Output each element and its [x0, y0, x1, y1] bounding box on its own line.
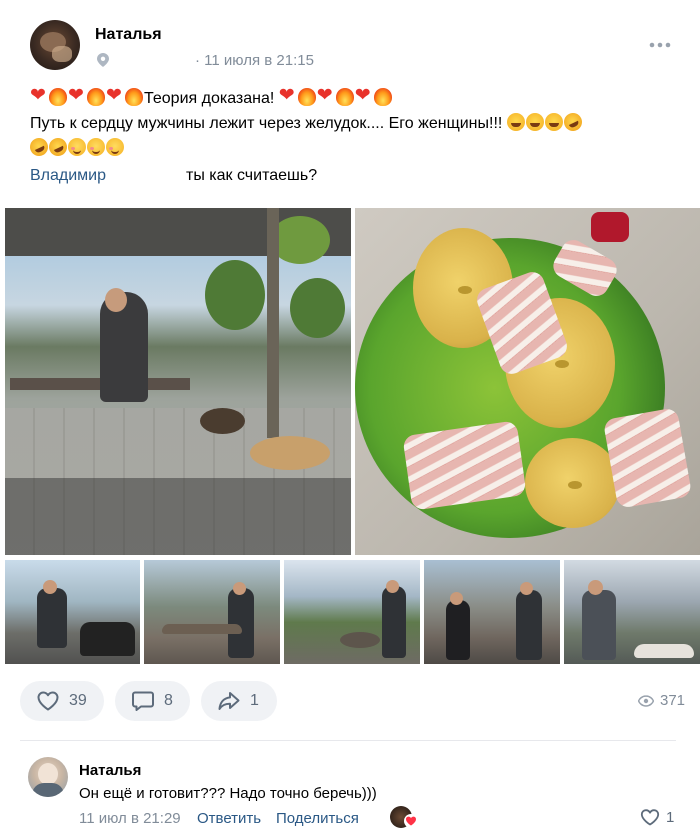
views-icon — [638, 694, 654, 707]
comment-icon — [132, 691, 154, 711]
photo-main-yard[interactable] — [5, 208, 351, 555]
photo-shape — [228, 588, 254, 658]
heart-emoji — [279, 86, 297, 106]
heart-emoji — [355, 86, 373, 106]
comment-author-avatar[interactable] — [28, 757, 68, 797]
avatar-shape — [32, 783, 64, 797]
laugh-emoji — [544, 113, 563, 131]
photo-shape — [162, 624, 242, 634]
photo-shape — [340, 632, 380, 648]
photo-shape — [270, 216, 330, 264]
fire-emoji — [49, 88, 67, 106]
laugh-emoji — [506, 113, 525, 131]
share-count: 1 — [250, 692, 259, 709]
photo-shape — [446, 600, 470, 660]
rofl-emoji — [27, 135, 51, 159]
comment-text: Он ещё и готовит??? Надо точно беречь))) — [79, 785, 377, 802]
like-button[interactable]: 39 — [20, 681, 104, 721]
photo-shape — [43, 580, 57, 594]
photo-thumb[interactable] — [424, 560, 560, 664]
post-text-question: ты как считаешь? — [186, 167, 318, 184]
post-date[interactable]: · 11 июля в 21:15 — [195, 52, 314, 69]
heart-emoji — [68, 86, 86, 106]
avatar-shape — [52, 46, 72, 62]
fire-emoji — [373, 88, 392, 106]
photo-shape — [200, 408, 245, 434]
author-avatar[interactable] — [30, 20, 80, 70]
post-card: Наталья · 11 июля в 21:15 Теория доказан… — [0, 0, 700, 834]
heart-emoji — [106, 86, 124, 106]
post-text-headline: Теория доказана! — [144, 90, 275, 107]
rofl-emoji — [560, 110, 585, 134]
photo-shape — [105, 288, 127, 312]
post-text-line: Теория доказана! — [30, 86, 670, 110]
photo-shape — [250, 436, 330, 470]
share-button[interactable]: 1 — [201, 681, 277, 721]
post-text-line — [27, 135, 670, 160]
comment-author-name[interactable]: Наталья — [79, 762, 141, 779]
photo-shape — [386, 580, 399, 593]
like-icon — [37, 691, 59, 711]
views-counter: 371 — [638, 692, 685, 709]
photo-shape — [520, 582, 533, 595]
divider — [20, 740, 676, 741]
photo-thumb[interactable] — [144, 560, 280, 664]
photo-shape — [582, 590, 616, 660]
comment-like-count: 1 — [666, 809, 675, 826]
photo-shape — [205, 260, 265, 330]
like-count: 39 — [69, 692, 87, 709]
post-author-name[interactable]: Наталья — [95, 26, 162, 44]
photo-thumb[interactable] — [5, 560, 140, 664]
photo-shape — [5, 478, 351, 555]
photo-shape — [634, 644, 694, 658]
comment-count: 8 — [164, 692, 173, 709]
photo-shape — [100, 292, 148, 402]
photo-shape — [290, 278, 345, 338]
heart-emoji — [30, 86, 48, 106]
photo-shape — [588, 580, 603, 595]
share-comment-link[interactable]: Поделиться — [276, 810, 359, 827]
comment-like-icon[interactable] — [640, 808, 660, 826]
fire-emoji — [87, 88, 105, 106]
reply-link[interactable]: Ответить — [197, 810, 261, 827]
comment-date[interactable]: 11 июл в 21:29 — [79, 810, 181, 827]
photo-shape — [37, 588, 67, 648]
smile-emoji — [106, 138, 124, 156]
more-icon[interactable] — [648, 38, 672, 52]
photo-shape — [525, 438, 620, 528]
photo-main-food[interactable] — [355, 208, 700, 555]
photo-shape — [450, 592, 463, 605]
photo-shape — [602, 407, 693, 509]
post-text-line: Владимир ты как считаешь? — [30, 165, 670, 187]
laugh-emoji — [525, 113, 544, 131]
smile-emoji — [68, 138, 86, 156]
photo-thumb[interactable] — [564, 560, 700, 664]
fire-emoji — [125, 88, 143, 106]
post-text-body: Путь к сердцу мужчины лежит через желудо… — [30, 115, 503, 132]
fire-emoji — [297, 88, 316, 106]
views-count: 371 — [660, 692, 686, 709]
photo-shape — [382, 586, 406, 658]
post-text-line: Путь к сердцу мужчины лежит через желудо… — [30, 110, 670, 135]
heart-emoji — [317, 86, 335, 106]
photo-shape — [516, 590, 542, 660]
share-icon — [218, 692, 240, 710]
photo-shape — [591, 212, 629, 242]
comment-button[interactable]: 8 — [115, 681, 190, 721]
rofl-emoji — [46, 135, 70, 159]
photo-shape — [233, 582, 246, 595]
photo-shape — [80, 622, 135, 656]
user-mention-link[interactable]: Владимир — [30, 167, 106, 184]
photo-shape — [402, 420, 527, 511]
fire-emoji — [335, 88, 354, 106]
photo-thumb[interactable] — [284, 560, 420, 664]
map-pin-icon — [97, 53, 109, 67]
avatar-shape — [38, 763, 58, 785]
heart-icon — [404, 814, 418, 828]
photo-shape — [267, 208, 279, 438]
smile-emoji — [87, 138, 105, 156]
